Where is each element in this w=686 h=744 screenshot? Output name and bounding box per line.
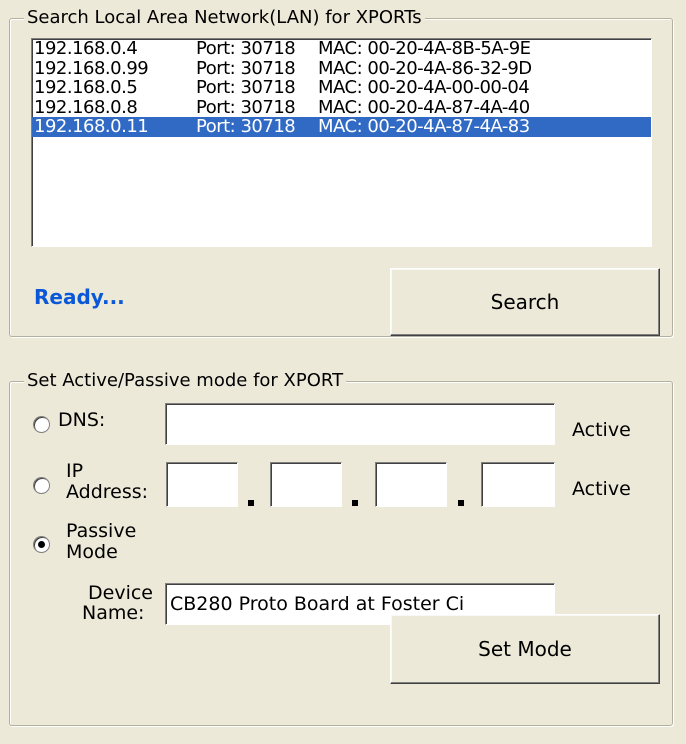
device-ip: 192.168.0.11 <box>34 116 149 137</box>
device-row[interactable]: 192.168.0.4 Port: 30718 MAC: 00-20-4A-8B… <box>32 39 651 59</box>
passive-mode-radio[interactable] <box>33 536 50 553</box>
device-ip: 192.168.0.5 <box>34 77 138 98</box>
passive-mode-label-line2: Mode <box>66 541 118 563</box>
device-ip: 192.168.0.8 <box>34 96 138 118</box>
device-row[interactable]: 192.168.0.5 Port: 30718 MAC: 00-20-4A-00… <box>32 78 651 98</box>
device-row[interactable]: 192.168.0.8 Port: 30718 MAC: 00-20-4A-87… <box>32 98 651 118</box>
ip-octet-2-input[interactable] <box>270 462 342 507</box>
device-name-label-line1: Device <box>88 582 153 604</box>
device-port: Port: 30718 <box>196 77 296 98</box>
device-port: Port: 30718 <box>196 38 296 59</box>
device-port: Port: 30718 <box>196 96 296 118</box>
device-mac: MAC: 00-20-4A-86-32-9D <box>318 57 532 79</box>
dns-label: DNS: <box>58 409 106 431</box>
device-row-selected[interactable]: 192.168.0.11 Port: 30718 MAC: 00-20-4A-8… <box>32 117 651 137</box>
device-mac: MAC: 00-20-4A-87-4A-40 <box>318 96 530 118</box>
ip-octet-4-input[interactable] <box>481 462 555 507</box>
ip-dot-separator <box>248 500 254 506</box>
ip-octet-3-input[interactable] <box>375 462 447 507</box>
dns-input[interactable] <box>165 403 555 445</box>
set-mode-button[interactable]: Set Mode <box>390 614 660 684</box>
ip-dot-separator <box>458 500 464 506</box>
ip-address-label-line1: IP <box>66 460 84 482</box>
search-lan-group-title: Search Local Area Network(LAN) for XPORT… <box>24 6 425 30</box>
device-row[interactable]: 192.168.0.99 Port: 30718 MAC: 00-20-4A-8… <box>32 59 651 79</box>
ip-address-label-line2: Address: <box>66 481 149 503</box>
device-name-label-line2: Name: <box>82 602 145 624</box>
ip-dot-separator <box>352 500 358 506</box>
set-mode-group-title: Set Active/Passive mode for XPORT <box>24 369 347 393</box>
ip-active-label: Active <box>572 478 631 500</box>
search-button[interactable]: Search <box>390 268 660 336</box>
ip-octet-1-input[interactable] <box>166 462 238 507</box>
device-ip: 192.168.0.4 <box>34 38 138 59</box>
dns-active-label: Active <box>572 419 631 441</box>
device-mac: MAC: 00-20-4A-87-4A-83 <box>318 116 530 137</box>
device-mac: MAC: 00-20-4A-8B-5A-9E <box>318 38 531 59</box>
device-listbox[interactable]: 192.168.0.4 Port: 30718 MAC: 00-20-4A-8B… <box>31 38 652 247</box>
dns-radio[interactable] <box>33 416 50 433</box>
device-port: Port: 30718 <box>196 57 296 79</box>
device-port: Port: 30718 <box>196 116 296 137</box>
passive-mode-label-line1: Passive <box>66 520 137 542</box>
device-ip: 192.168.0.99 <box>34 57 149 79</box>
device-mac: MAC: 00-20-4A-00-00-04 <box>318 77 530 98</box>
status-text: Ready... <box>34 285 125 309</box>
ip-address-radio[interactable] <box>33 477 50 494</box>
